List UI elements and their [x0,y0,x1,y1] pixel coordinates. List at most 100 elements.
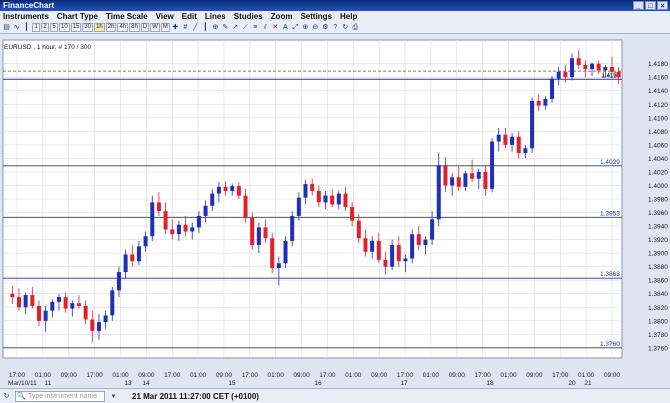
arrow-icon[interactable]: ↗ [231,23,240,32]
datetime-readout: 21 Mar 2011 11:27:00 CET (+0100) [132,391,259,401]
y-tick-label: 1.3760 [648,345,668,352]
menu-chart-type[interactable]: Chart Type [57,11,98,22]
refresh-status-icon[interactable]: ↻ [2,392,11,401]
menu-studies[interactable]: Studies [234,11,263,22]
x-tick-label: 09:00 [138,372,155,379]
candle-down [616,71,621,78]
x-tick-label: 17:00 [319,372,336,379]
line-chart-icon[interactable]: ∿ [12,23,21,32]
candle-down [363,238,368,252]
timeframe-30[interactable]: 30 [82,23,94,32]
candle-down [350,207,355,221]
close-button[interactable]: × [657,1,668,10]
candle-up [463,173,468,187]
chart-area[interactable]: 17:00 01:00 09:00 17:00 01:00 09:00 17:00 01:00… [0,34,670,387]
y-tick-label: 1.3940 [648,224,668,231]
candle-down [270,238,275,269]
y-tick-label: 1.3960 [648,210,668,217]
delete-icon[interactable]: ✕ [271,23,280,32]
crosshair-icon[interactable]: ✚ [171,23,180,32]
menu-instruments[interactable]: Instruments [3,11,49,22]
zoom-in-icon[interactable]: ⊕ [301,23,310,32]
timeframe-1[interactable]: 1 [32,23,40,32]
bar-icon[interactable]: ┃ [201,23,210,32]
candle-up [556,71,561,79]
trend-icon[interactable]: ⟋ [241,23,250,32]
instrument-search-input[interactable]: Type instrument name [15,390,105,402]
candle-up [190,227,195,232]
candle-down [330,195,335,205]
maximize-button[interactable]: □ [645,1,656,10]
candle-up [450,177,455,186]
y-tick-label: 1.3800 [648,318,668,325]
menu-zoom[interactable]: Zoom [271,11,293,22]
dropdown-icon[interactable]: ▾ [109,392,118,401]
menu-help[interactable]: Help [340,11,357,22]
day-label: 20 [568,380,576,387]
candle-up [490,141,495,189]
timeframe-1h[interactable]: 1h [94,23,105,32]
help-icon[interactable]: ? [331,23,340,32]
candle-up [430,219,435,240]
chart-icon[interactable]: ▤ [2,23,11,32]
zoom-icon[interactable]: ⊕ [211,23,220,32]
menu-settings[interactable]: Settings [300,11,332,22]
candle-up [510,136,515,145]
candle-up [196,215,201,228]
candle-icon[interactable]: ┃ [22,23,31,32]
candle-up [436,165,441,220]
timeframe-2[interactable]: 2 [41,23,49,32]
candle-down [356,220,361,239]
y-tick-label: 1.4180 [648,61,668,68]
menu-edit[interactable]: Edit [182,11,197,22]
settings-icon[interactable]: ⚙ [321,23,330,32]
candle-down [236,186,241,196]
menu-time-scale[interactable]: Time Scale [106,11,148,22]
timeframe-w[interactable]: W [150,23,160,32]
status-bar: ↻ Type instrument name ▾ 21 Mar 2011 11:… [0,388,670,403]
text-icon[interactable]: A [281,23,290,32]
line-icon[interactable]: ╱ [191,23,200,32]
fit-icon[interactable]: ⤢ [291,23,300,32]
refresh-icon[interactable]: ↻ [341,23,350,32]
hash-icon[interactable]: # [181,23,190,32]
chart-header: EURUSD , 1 hour, # 170 / 300 [4,44,91,51]
timeframe-2h[interactable]: 2h [105,23,117,32]
zoom-out-icon[interactable]: ⊖ [311,23,320,32]
y-tick-label: 1.4140 [648,88,668,95]
y-tick-label: 1.4040 [648,156,668,163]
candle-up [70,303,75,309]
candle-down [483,171,488,189]
y-tick-label: 1.3920 [648,237,668,244]
timeframe-m[interactable]: M [160,23,170,32]
candle-down [443,165,448,186]
minimize-button[interactable]: _ [633,1,644,10]
y-tick-label: 1.3860 [648,278,668,285]
menu-lines[interactable]: Lines [205,11,226,22]
y-tick-label: 1.4120 [648,102,668,109]
timeframe-8h[interactable]: 8h [129,23,140,32]
menu-bar: Instruments Chart Type Time Scale View E… [0,11,670,22]
candle-up [56,297,61,302]
candle-down [583,65,588,70]
candle-up [230,186,235,191]
candle-up [543,98,548,106]
fib-icon[interactable]: ≡ [251,23,260,32]
candle-up [476,171,481,179]
menu-view[interactable]: View [156,11,174,22]
candle-down [596,63,601,71]
timeframe-4h[interactable]: 4h [117,23,129,32]
channel-icon[interactable]: ⫽ [261,23,270,32]
timeframe-15[interactable]: 15 [70,23,82,32]
candle-up [570,58,575,78]
x-tick-label: 17:00 [475,372,492,379]
x-tick-label: 17:00 [164,372,181,379]
y-tick-label: 1.3980 [648,197,668,204]
print-icon[interactable]: ⎙ [351,23,360,32]
timeframe-d[interactable]: D [140,23,150,32]
candle-up [96,322,101,331]
timeframe-5[interactable]: 5 [50,23,58,32]
draw-icon[interactable]: ✎ [221,23,230,32]
timeframe-10[interactable]: 10 [59,23,70,32]
candlestick-chart[interactable]: 17:00 01:00 09:00 17:00 01:00 09:00 17:00 01:00… [0,34,670,388]
